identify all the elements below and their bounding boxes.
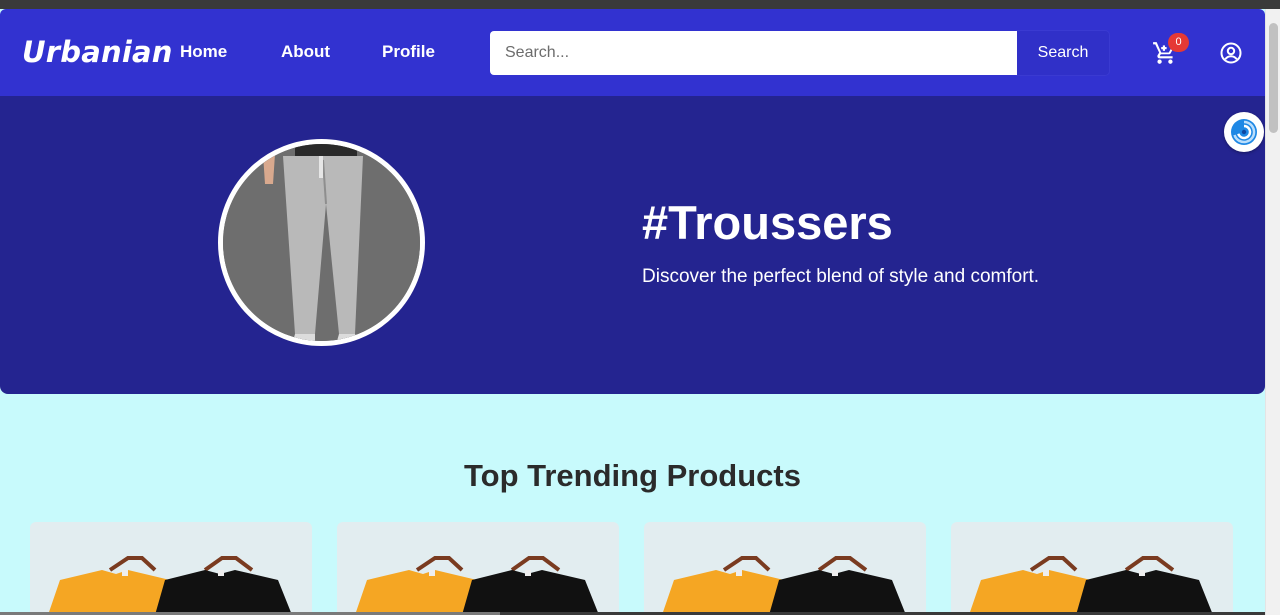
hero-title: #Troussers	[642, 196, 893, 249]
nav-link-profile[interactable]: Profile	[382, 42, 435, 62]
nav-link-home[interactable]: Home	[180, 42, 227, 62]
tshirts-on-hangers-photo	[969, 556, 1213, 615]
brand-logo[interactable]: Urbanian	[22, 35, 173, 69]
search-button[interactable]: Search	[1017, 31, 1109, 75]
spiral-extension-icon[interactable]	[1224, 112, 1264, 152]
search-bar: Search	[490, 31, 1109, 75]
product-card[interactable]	[30, 522, 312, 615]
scrollbar-thumb[interactable]	[1269, 23, 1278, 133]
browser-top-bar	[0, 0, 1280, 9]
product-card[interactable]	[951, 522, 1233, 615]
section-title: Top Trending Products	[464, 458, 801, 493]
tshirts-on-hangers-photo	[662, 556, 906, 615]
account-circle-icon[interactable]	[1219, 41, 1243, 65]
cart-count-badge: 0	[1168, 33, 1189, 52]
search-input[interactable]	[490, 31, 1017, 75]
tshirts-on-hangers-photo	[355, 556, 599, 615]
tshirts-on-hangers-photo	[48, 556, 292, 615]
vertical-scrollbar[interactable]	[1265, 9, 1280, 615]
hero-subtitle: Discover the perfect blend of style and …	[642, 266, 1040, 287]
trousers-photo	[218, 139, 425, 346]
navbar: Urbanian Home About Profile Search 0	[0, 9, 1265, 96]
product-card[interactable]	[644, 522, 926, 615]
hero-banner: #Troussers Discover the perfect blend of…	[0, 96, 1265, 394]
product-card[interactable]	[337, 522, 619, 615]
nav-link-about[interactable]: About	[281, 42, 330, 62]
